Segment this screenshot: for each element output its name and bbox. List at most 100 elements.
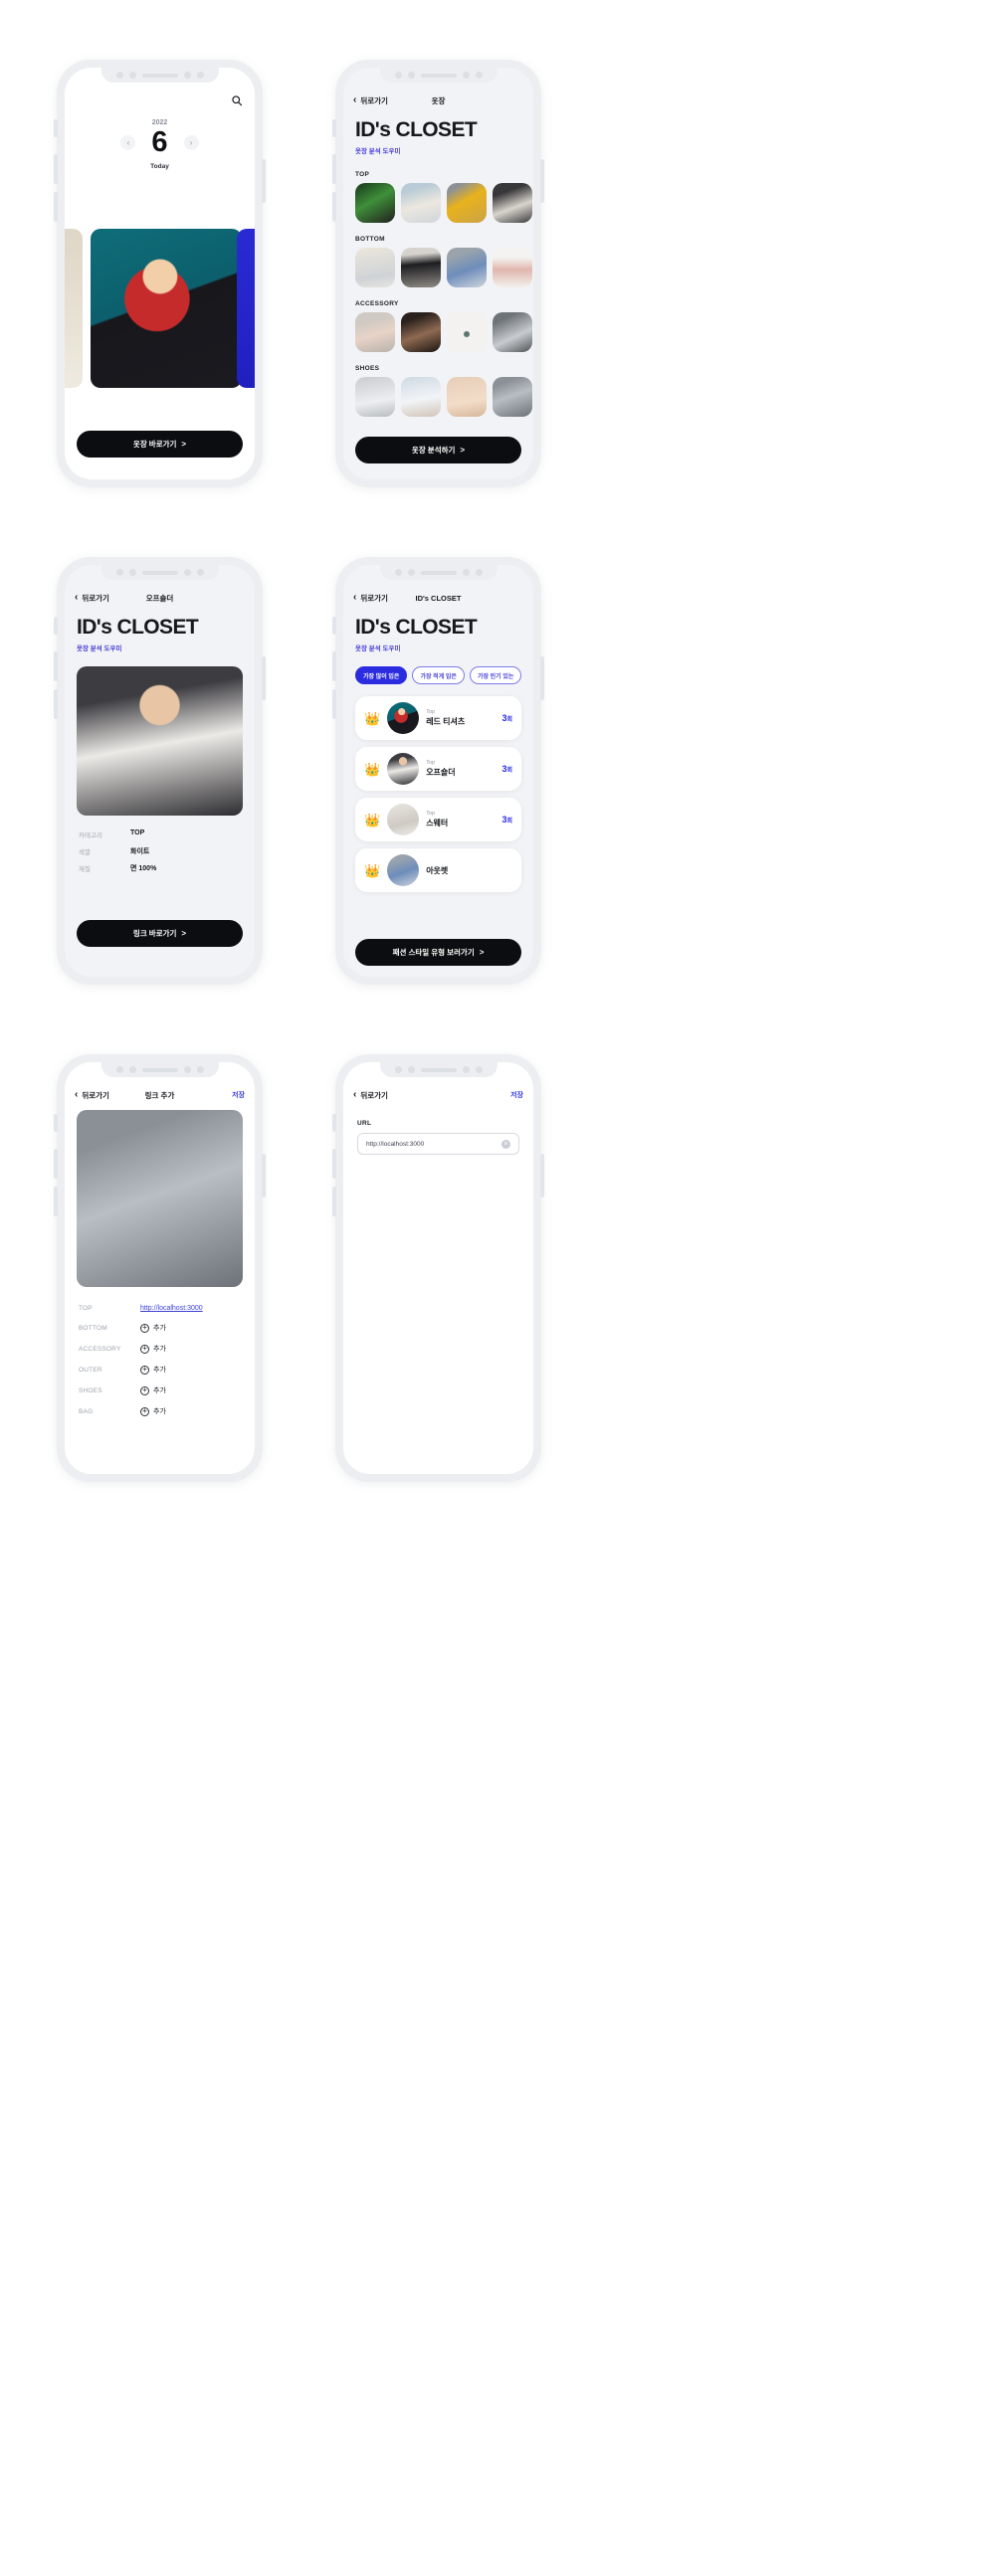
back-button[interactable]: ‹ 뒤로가기 xyxy=(353,593,388,604)
rank-count-unit: 회 xyxy=(506,768,512,775)
chevron-right-icon: > xyxy=(460,446,466,455)
back-label: 뒤로가기 xyxy=(360,95,388,105)
spec-value: 면 100% xyxy=(130,865,157,873)
thumb-row[interactable] xyxy=(343,183,533,224)
closet-item[interactable] xyxy=(401,248,441,288)
open-link-button[interactable]: 링크 바로가기 > xyxy=(77,920,243,947)
url-field-group: URL × xyxy=(343,1120,533,1155)
search-icon[interactable] xyxy=(231,93,243,106)
add-link-button[interactable]: + 추가 xyxy=(140,1344,166,1354)
link-row-url[interactable]: http://localhost:3000 xyxy=(140,1305,203,1312)
brand-block: ID's CLOSET 옷장 분석 도우미 xyxy=(65,616,255,652)
rank-row[interactable]: 👑 Top 스웨터 3회 xyxy=(355,798,521,842)
mockup-board: 2022 ‹ 6 › Today 옷장 바로가기 > ‹ 뒤로가기 옷장 ID'… xyxy=(0,0,995,2576)
speaker-icon xyxy=(420,570,457,575)
calendar-year: 2022 xyxy=(151,119,168,126)
phone-button-mute xyxy=(54,1114,58,1132)
chevron-left-icon: ‹ xyxy=(353,94,357,105)
notch xyxy=(379,565,498,580)
closet-item[interactable] xyxy=(355,312,395,353)
item-photo xyxy=(493,183,532,224)
link-row-bag: BAG + 추가 xyxy=(79,1406,241,1416)
rank-row-partial[interactable]: 👑 아웃렛 xyxy=(355,848,521,893)
camera-icon xyxy=(475,569,483,576)
back-button[interactable]: ‹ 뒤로가기 xyxy=(75,593,109,604)
closet-item[interactable] xyxy=(493,248,532,288)
filter-chip-most-worn[interactable]: 가장 많이 입은 xyxy=(355,666,408,685)
notch xyxy=(379,68,498,83)
link-row-key: ACCESSORY xyxy=(79,1345,121,1353)
link-row-shoes: SHOES + 추가 xyxy=(79,1385,241,1395)
save-button[interactable]: 저장 xyxy=(232,1090,245,1100)
camera-icon xyxy=(475,72,483,79)
outfit-thumb-prev xyxy=(65,229,83,388)
closet-item[interactable] xyxy=(355,183,395,224)
sensor-icon xyxy=(128,1066,136,1073)
go-to-closet-button[interactable]: 옷장 바로가기 > xyxy=(77,431,243,458)
closet-item[interactable] xyxy=(493,183,532,224)
item-photo xyxy=(401,248,441,288)
crown-gold-icon: 👑 xyxy=(364,710,381,726)
today-label: Today xyxy=(150,163,169,170)
rank-row[interactable]: 👑 Top 레드 티셔츠 3회 xyxy=(355,696,521,741)
crown-icon: 👑 xyxy=(364,862,381,878)
closet-section-bottom: BOTTOM xyxy=(343,236,533,288)
filter-chip-most-popular[interactable]: 가장 인기 있는 xyxy=(469,666,522,685)
sensor-icon xyxy=(183,1066,191,1073)
closet-section-top: TOP xyxy=(343,171,533,224)
carousel-card-prev[interactable] xyxy=(65,229,83,388)
closet-item[interactable] xyxy=(447,377,487,418)
closet-item[interactable] xyxy=(401,377,441,418)
fashion-style-button[interactable]: 패션 스타일 유형 보러가기 > xyxy=(355,939,521,966)
analyze-closet-button[interactable]: 옷장 분석하기 > xyxy=(355,437,521,463)
phone-6-url-input: ‹ 뒤로가기 저장 URL × xyxy=(332,1054,544,1482)
closet-item[interactable] xyxy=(355,377,395,418)
item-photo xyxy=(447,183,487,224)
navbar: ‹ 뒤로가기 오프숄더 xyxy=(65,587,255,609)
closet-item[interactable] xyxy=(401,183,441,224)
thumb-row[interactable] xyxy=(343,312,533,353)
sensor-icon xyxy=(407,1066,415,1073)
add-link-label: 추가 xyxy=(153,1367,166,1374)
item-photo xyxy=(447,377,487,418)
closet-item[interactable] xyxy=(447,312,487,353)
filter-chip-least-worn[interactable]: 가장 적게 입은 xyxy=(412,666,465,685)
add-link-button[interactable]: + 추가 xyxy=(140,1365,166,1375)
closet-item[interactable] xyxy=(401,312,441,353)
calendar-day-row: ‹ 6 › xyxy=(65,128,255,157)
rank-row[interactable]: 👑 Top 오프숄더 3회 xyxy=(355,747,521,792)
closet-item[interactable] xyxy=(493,377,532,418)
outfit-carousel[interactable] xyxy=(65,229,255,388)
item-photo xyxy=(77,666,243,817)
url-input[interactable] xyxy=(366,1140,501,1148)
closet-item[interactable] xyxy=(493,312,532,353)
prev-day-button[interactable]: ‹ xyxy=(120,135,136,150)
back-button[interactable]: ‹ 뒤로가기 xyxy=(75,1090,109,1101)
closet-item[interactable] xyxy=(447,183,487,224)
save-button[interactable]: 저장 xyxy=(510,1090,523,1100)
rank-category: Top xyxy=(426,811,436,818)
link-row-key: BAG xyxy=(79,1407,94,1415)
closet-item[interactable] xyxy=(355,248,395,288)
back-button[interactable]: ‹ 뒤로가기 xyxy=(353,1090,388,1101)
item-photo xyxy=(387,702,420,735)
phone-button-volume-down xyxy=(332,689,336,719)
closet-item[interactable] xyxy=(447,248,487,288)
rank-name: 아웃렛 xyxy=(426,866,449,876)
add-link-button[interactable]: + 추가 xyxy=(140,1406,166,1416)
camera-icon xyxy=(196,72,204,79)
plus-circle-icon: + xyxy=(140,1385,149,1395)
thumb-row[interactable] xyxy=(343,248,533,288)
add-link-button[interactable]: + 추가 xyxy=(140,1385,166,1395)
phone-button-volume-up xyxy=(54,154,58,184)
next-day-button[interactable]: › xyxy=(183,135,199,150)
phone-2-screen: ‹ 뒤로가기 옷장 ID's CLOSET 옷장 분석 도우미 TOP BOTT… xyxy=(343,68,533,479)
thumb-row[interactable] xyxy=(343,377,533,418)
clear-icon[interactable]: × xyxy=(501,1139,510,1149)
carousel-card-next[interactable] xyxy=(237,229,255,388)
url-input-wrapper[interactable]: × xyxy=(357,1133,519,1155)
phone-1-screen: 2022 ‹ 6 › Today 옷장 바로가기 > xyxy=(65,68,255,479)
carousel-card-current[interactable] xyxy=(91,229,242,388)
add-link-button[interactable]: + 추가 xyxy=(140,1323,166,1333)
back-button[interactable]: ‹ 뒤로가기 xyxy=(353,95,388,106)
